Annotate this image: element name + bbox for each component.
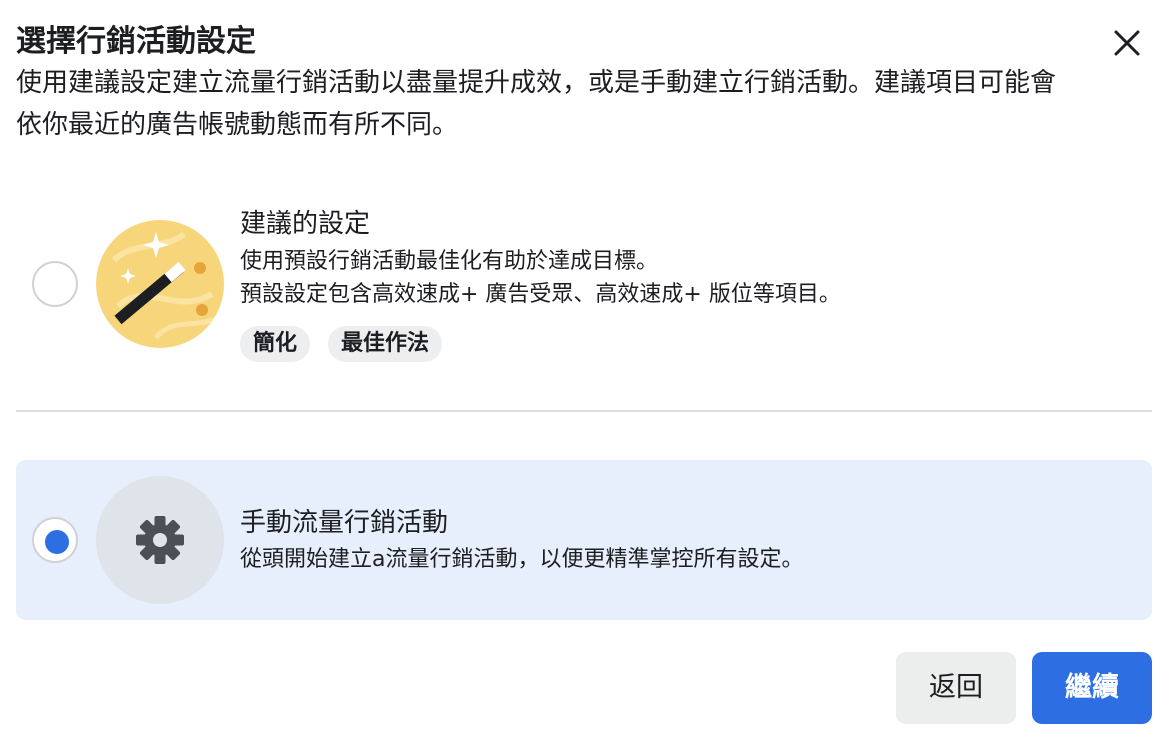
continue-button[interactable]: 繼續 <box>1032 652 1152 724</box>
tag-simplified: 簡化 <box>240 326 311 362</box>
back-button[interactable]: 返回 <box>896 652 1016 724</box>
radio-manual[interactable] <box>32 517 78 563</box>
tag-best-practice: 最佳作法 <box>328 326 443 362</box>
dialog-description: 使用建議設定建立流量行銷活動以盡量提升成效，或是手動建立行銷活動。建議項目可能會… <box>16 68 1057 140</box>
magic-wand-icon <box>96 220 224 348</box>
radio-selected-dot <box>45 530 69 554</box>
dialog-title: 選擇行銷活動設定 <box>16 24 256 59</box>
close-icon <box>1114 30 1140 56</box>
option-title: 手動流量行銷活動 <box>240 508 449 538</box>
option-description-line: 使用預設行銷活動最佳化有助於達成目標。 <box>240 249 659 274</box>
option-description-line: 預設設定包含高效速成+ 廣告受眾、高效速成+ 版位等項目。 <box>240 282 841 307</box>
option-title: 建議的設定 <box>240 209 371 239</box>
gear-icon-circle <box>96 476 224 604</box>
divider <box>16 410 1152 412</box>
close-button[interactable] <box>1104 20 1150 66</box>
gear-icon <box>136 516 184 564</box>
radio-recommended[interactable] <box>32 261 78 307</box>
option-description-line: 從頭開始建立a流量行銷活動，以便更精準掌控所有設定。 <box>240 547 804 572</box>
